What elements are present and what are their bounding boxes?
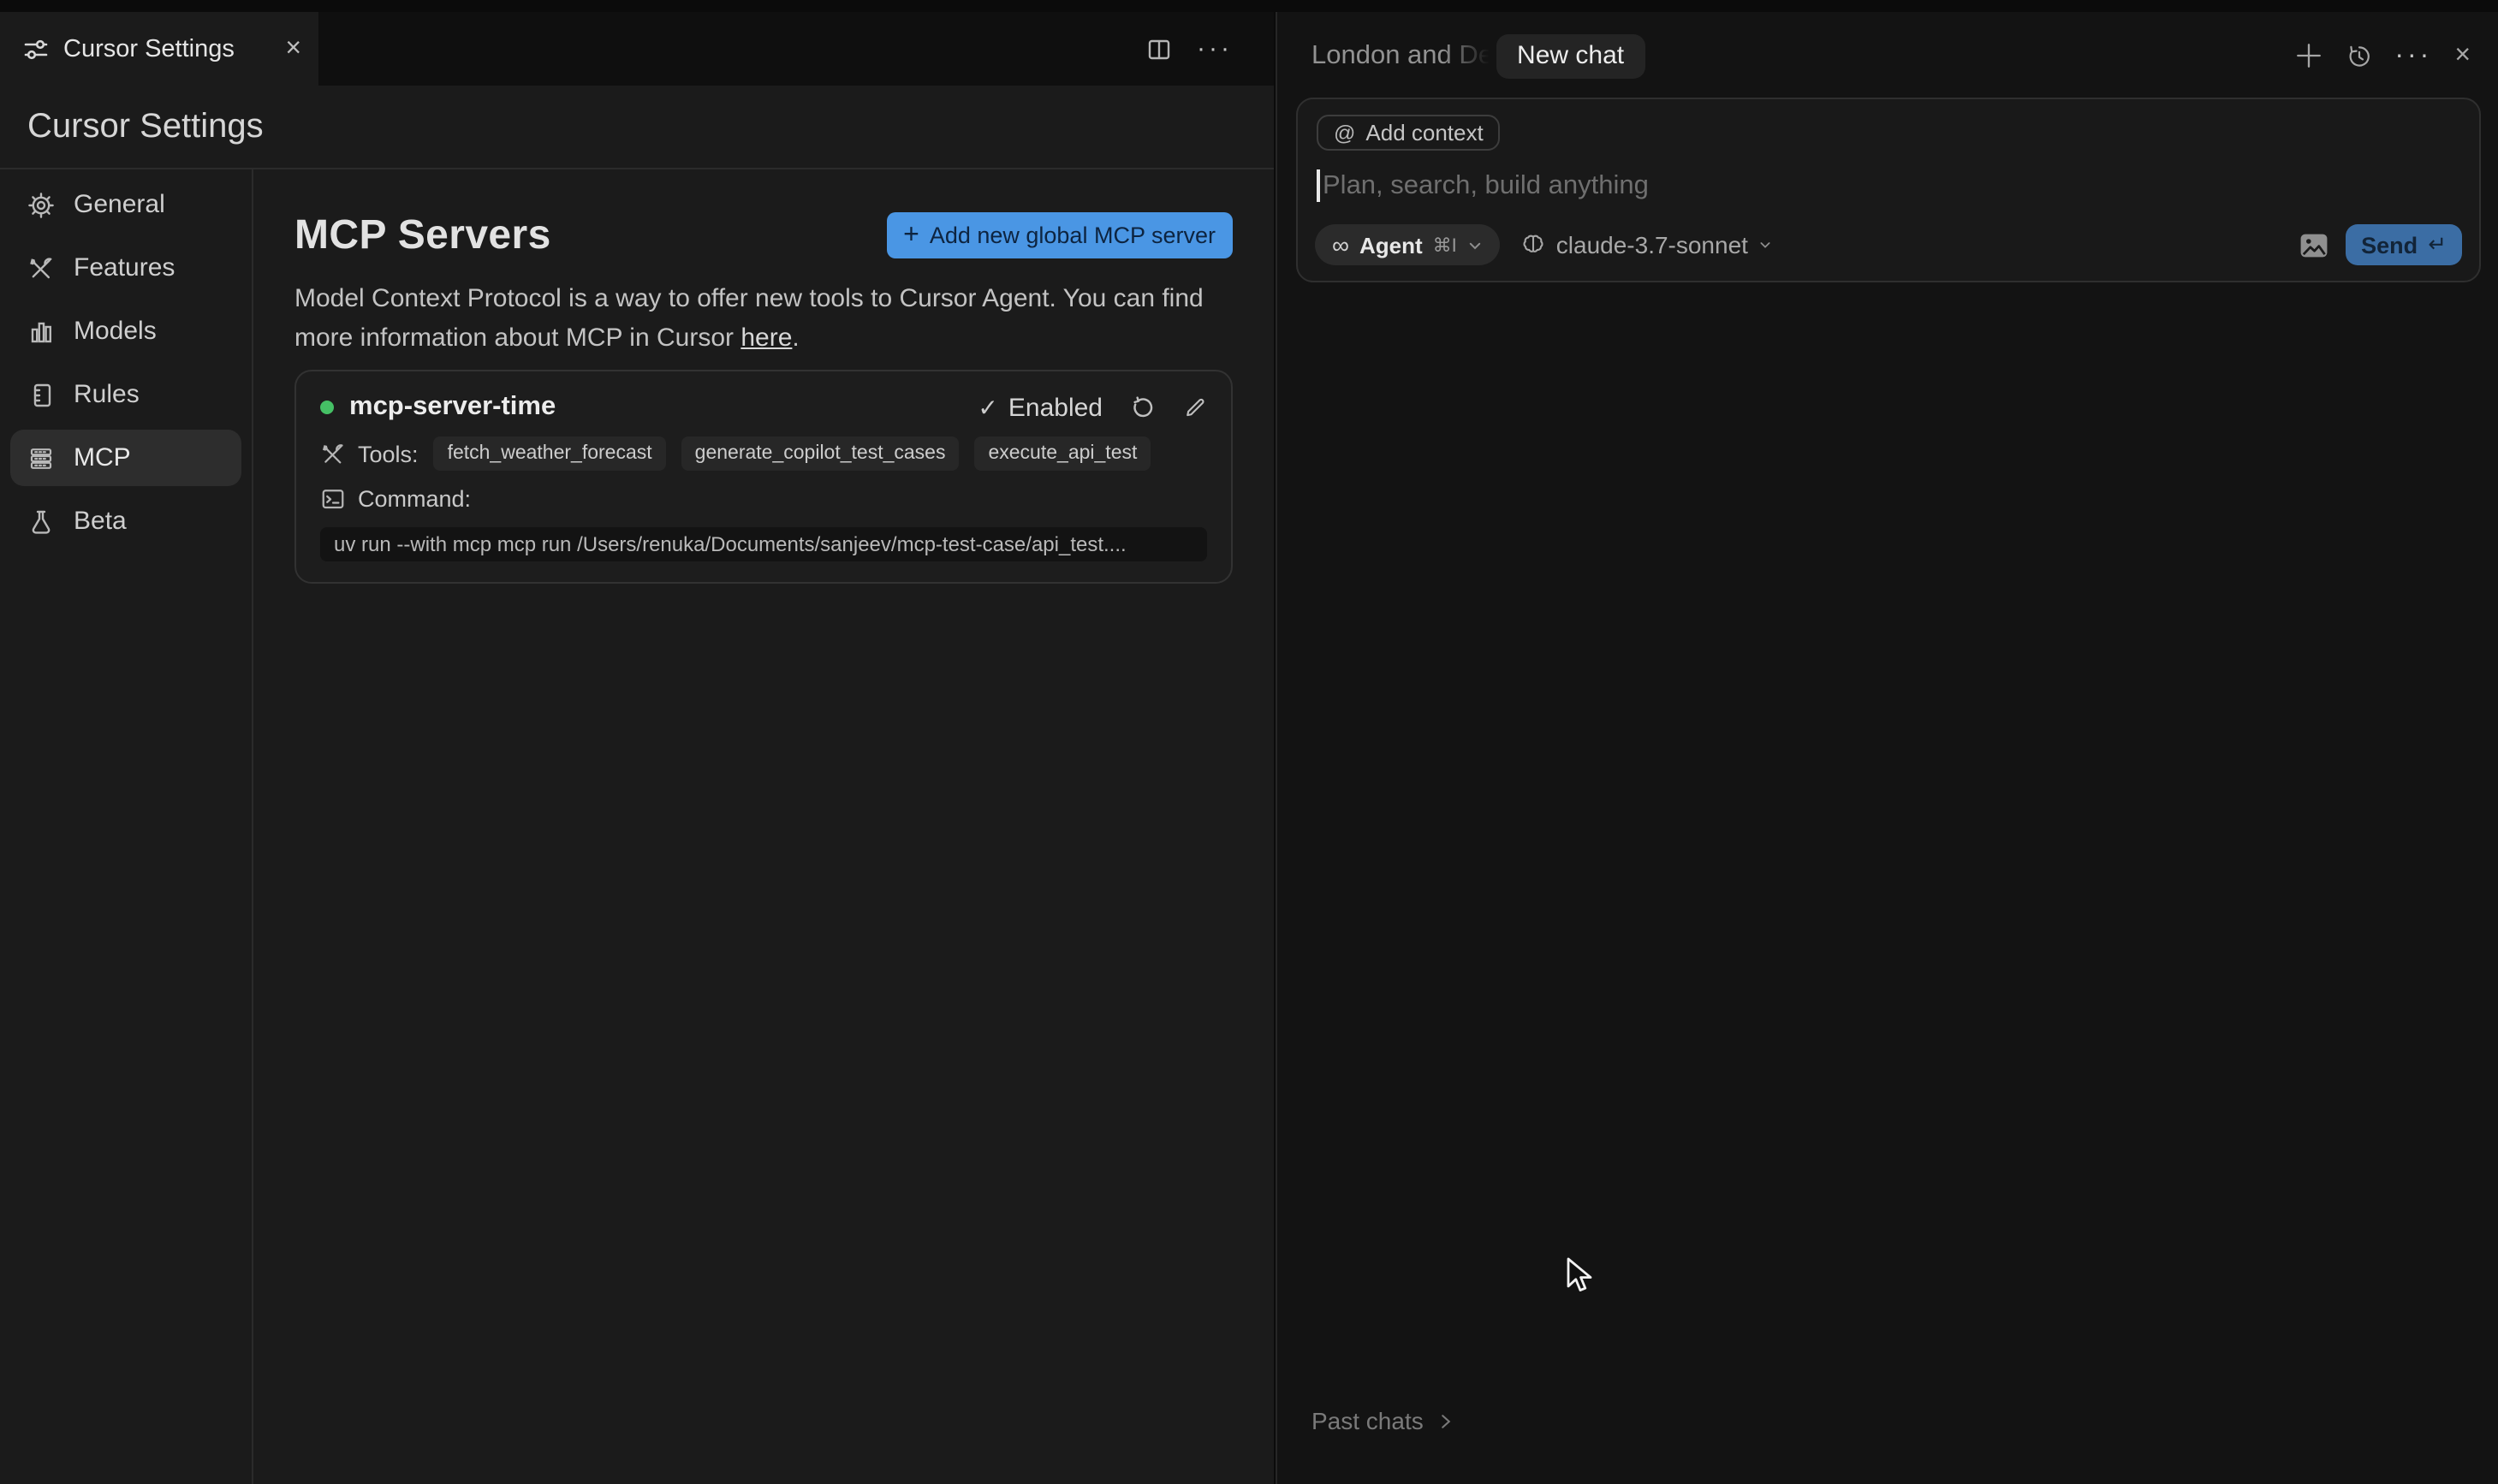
previous-chat-tab[interactable]: London and De [1311, 40, 1493, 71]
chat-composer[interactable]: @ Add context Plan, search, build anythi… [1296, 98, 2481, 282]
sidebar-item-mcp[interactable]: MCP [10, 430, 241, 486]
sidebar-item-rules[interactable]: Rules [10, 366, 241, 423]
text-caret [1317, 169, 1319, 202]
app-root: Cursor Settings × ··· Cursor Settings Ge… [0, 0, 2498, 1484]
sidebar-item-label: Beta [74, 507, 127, 536]
sidebar-item-features[interactable]: Features [10, 240, 241, 296]
mcp-docs-link[interactable]: here [740, 324, 792, 353]
chevron-down-icon [1758, 238, 1772, 252]
sidebar-item-general[interactable]: General [10, 176, 241, 233]
editor-actions: ··· [1145, 12, 1274, 86]
editor-tab-strip: Cursor Settings × ··· [0, 12, 1274, 86]
command-label: Command: [358, 485, 472, 511]
return-key-icon: ↵ [2428, 231, 2447, 257]
mcp-settings-content: MCP Servers + Add new global MCP server … [253, 169, 1274, 1484]
chat-history-icon[interactable] [2345, 42, 2372, 69]
sidebar-item-beta[interactable]: Beta [10, 493, 241, 549]
refresh-icon[interactable] [1130, 395, 1156, 420]
infinity-icon: ∞ [1332, 231, 1349, 258]
new-chat-plus-icon[interactable] [2293, 41, 2323, 70]
mode-selector[interactable]: ∞ Agent ⌘I [1315, 224, 1500, 265]
tab-close-icon[interactable]: × [285, 34, 301, 62]
sidebar-item-label: General [74, 190, 165, 219]
server-status-dot [320, 401, 334, 414]
mode-shortcut: ⌘I [1432, 235, 1457, 256]
server-stack-icon [27, 444, 55, 472]
sliders-icon [22, 35, 50, 62]
mcp-description: Model Context Protocol is a way to offer… [294, 284, 1204, 353]
check-icon: ✓ [978, 393, 998, 420]
sidebar-item-label: Features [74, 253, 175, 282]
chat-more-icon[interactable]: ··· [2394, 41, 2432, 69]
terminal-icon [320, 485, 346, 511]
chevron-right-icon [1439, 1411, 1454, 1430]
add-mcp-server-button[interactable]: + Add new global MCP server [886, 212, 1233, 258]
at-icon: @ [1334, 121, 1356, 145]
gear-icon [27, 191, 55, 218]
tool-tag: execute_api_test [974, 436, 1151, 471]
split-editor-icon[interactable] [1145, 35, 1173, 62]
page-title: Cursor Settings [27, 107, 264, 145]
tool-tag: generate_copilot_test_cases [681, 436, 960, 471]
new-chat-tab[interactable]: New chat [1496, 33, 1645, 78]
sidebar-item-label: MCP [74, 443, 131, 472]
mcp-server-card: mcp-server-time ✓ Enabled Tools: fetch_w… [294, 370, 1233, 584]
server-command-text[interactable]: uv run --with mcp mcp run /Users/renuka/… [320, 527, 1207, 561]
server-name: mcp-server-time [349, 392, 556, 421]
tools-icon [320, 441, 346, 466]
attach-image-icon[interactable] [2299, 232, 2328, 258]
tool-tag: fetch_weather_forecast [433, 436, 666, 471]
sidebar-item-models[interactable]: Models [10, 303, 241, 359]
sidebar-item-label: Models [74, 317, 157, 346]
tab-title: Cursor Settings [63, 35, 235, 62]
tools-label: Tools: [358, 441, 419, 466]
chat-panel: London and De New chat ··· × @ Add conte… [1276, 12, 2498, 1484]
brain-icon [1520, 232, 1546, 258]
plus-icon: + [903, 220, 919, 249]
settings-pane: Cursor Settings × ··· Cursor Settings Ge… [0, 12, 1274, 1484]
add-context-chip[interactable]: @ Add context [1317, 115, 1501, 151]
tab-cursor-settings[interactable]: Cursor Settings × [0, 12, 318, 86]
chevron-down-icon [1467, 237, 1483, 252]
chat-close-icon[interactable]: × [2454, 41, 2471, 69]
mode-label: Agent [1359, 232, 1423, 258]
model-selector[interactable]: claude-3.7-sonnet [1520, 231, 1772, 258]
composer-placeholder[interactable]: Plan, search, build anything [1323, 170, 1649, 201]
rules-doc-icon [27, 381, 55, 408]
server-status-label[interactable]: Enabled [1008, 393, 1103, 422]
sidebar-item-label: Rules [74, 380, 140, 409]
edit-pencil-icon[interactable] [1183, 395, 1207, 419]
model-name: claude-3.7-sonnet [1555, 231, 1748, 258]
send-button[interactable]: Send ↵ [2346, 224, 2462, 265]
more-actions-icon[interactable]: ··· [1197, 36, 1233, 62]
mcp-servers-heading: MCP Servers [294, 211, 551, 258]
bar-chart-icon [27, 318, 55, 345]
settings-header: Cursor Settings [0, 86, 1274, 169]
past-chats-link[interactable]: Past chats [1311, 1407, 1454, 1434]
tools-icon [27, 254, 55, 282]
flask-icon [27, 508, 55, 535]
settings-sidebar: General Features Models Rules MCP Beta [0, 169, 253, 1484]
